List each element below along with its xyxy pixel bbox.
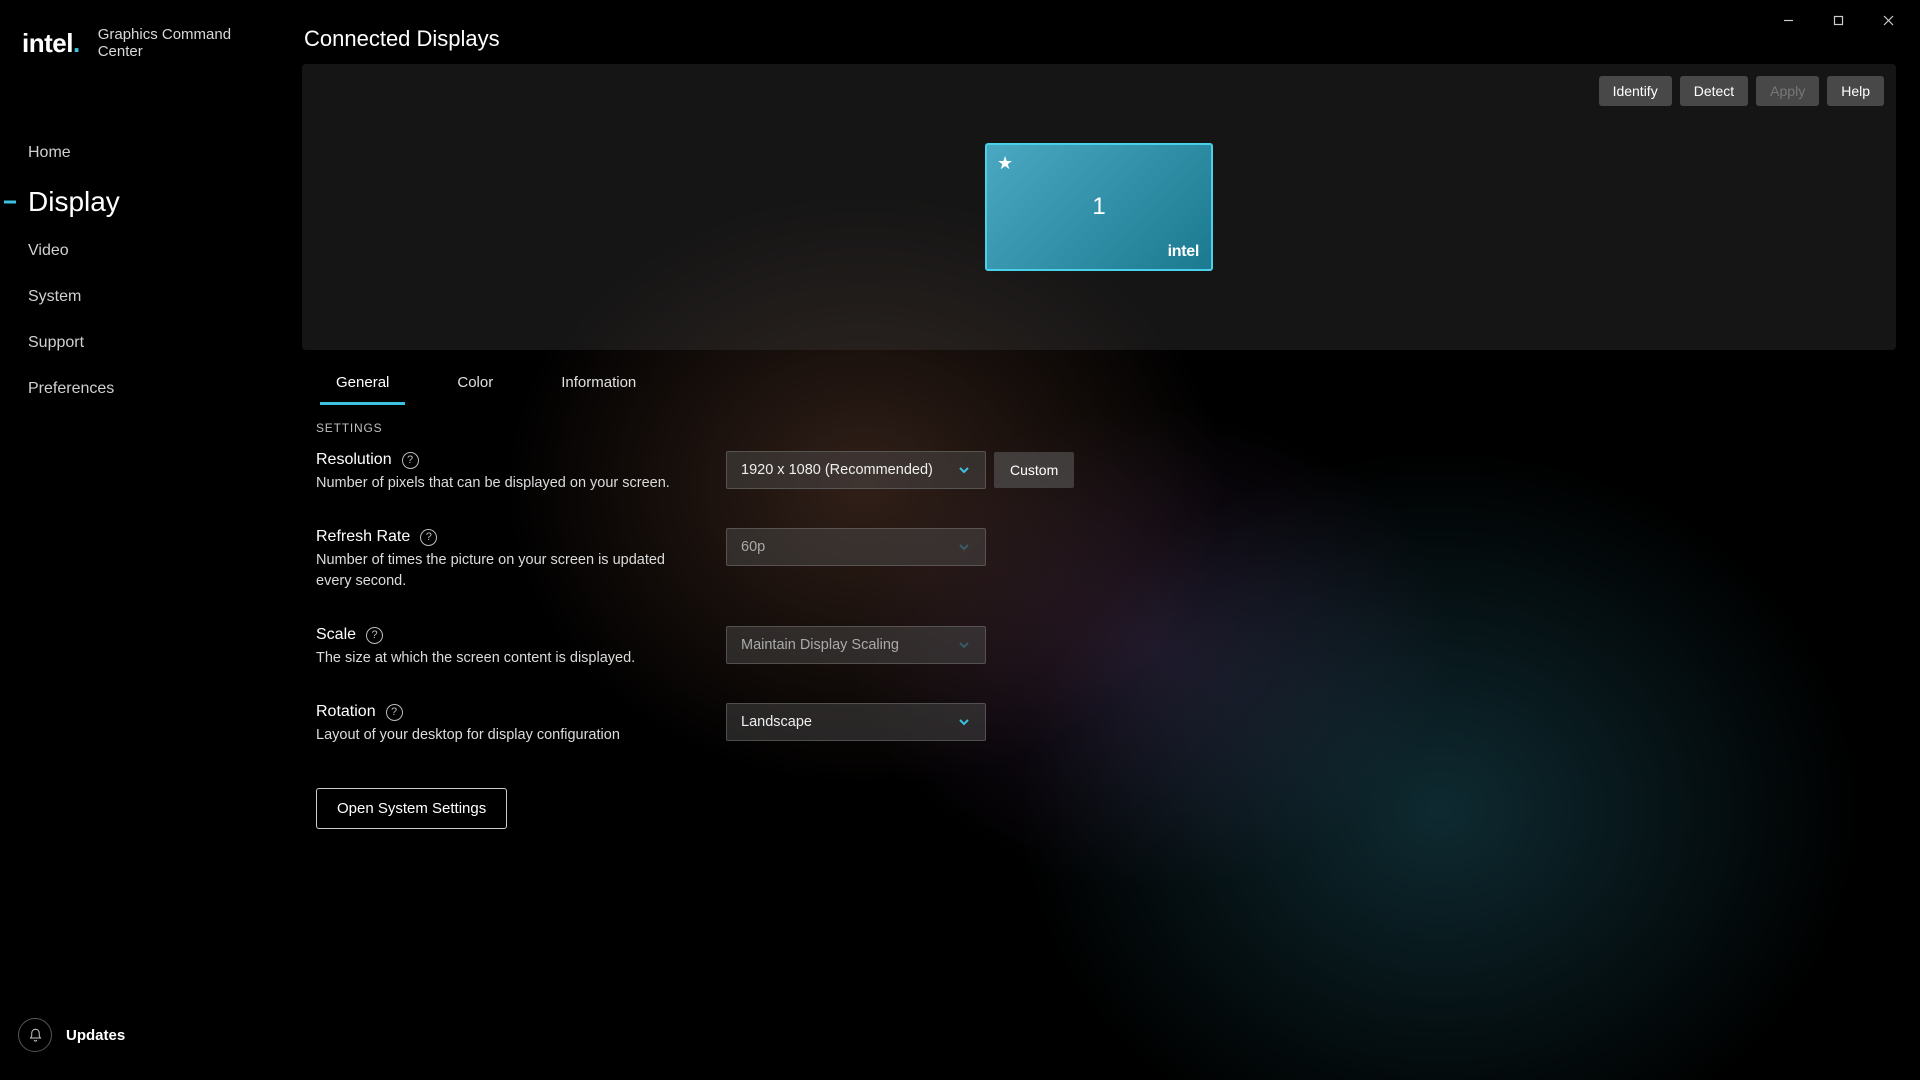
sidebar-item-display[interactable]: Display — [0, 176, 284, 228]
brand-block: intel Graphics Command Center — [0, 0, 284, 90]
minimize-button[interactable] — [1766, 6, 1810, 34]
updates-label: Updates — [66, 1027, 125, 1044]
identify-button[interactable]: Identify — [1599, 76, 1672, 106]
display-number: 1 — [1092, 193, 1105, 221]
rotation-desc: Layout of your desktop for display confi… — [316, 725, 676, 746]
updates-button[interactable]: Updates — [18, 1018, 125, 1052]
chevron-down-icon — [957, 715, 971, 729]
rotation-value: Landscape — [741, 714, 812, 730]
chevron-down-icon — [957, 540, 971, 554]
sidebar-item-preferences[interactable]: Preferences — [0, 366, 284, 412]
resolution-value: 1920 x 1080 (Recommended) — [741, 462, 933, 478]
panel-actions: Identify Detect Apply Help — [1599, 76, 1884, 106]
tab-color[interactable]: Color — [423, 360, 527, 405]
maximize-button[interactable] — [1816, 6, 1860, 34]
resolution-dropdown[interactable]: 1920 x 1080 (Recommended) — [726, 451, 986, 489]
intel-logo: intel — [22, 28, 80, 59]
setting-refresh-rate: Refresh Rate ? Number of times the pictu… — [316, 528, 1896, 592]
resolution-desc: Number of pixels that can be displayed o… — [316, 473, 676, 494]
setting-scale: Scale ? The size at which the screen con… — [316, 626, 1896, 669]
rotation-dropdown[interactable]: Landscape — [726, 703, 986, 741]
connected-displays-panel: Identify Detect Apply Help ★ 1 intel — [302, 64, 1896, 350]
rotation-label: Rotation — [316, 703, 376, 721]
scale-desc: The size at which the screen content is … — [316, 648, 676, 669]
sidebar-item-system[interactable]: System — [0, 274, 284, 320]
app-title: Graphics Command Center — [98, 26, 264, 60]
apply-button: Apply — [1756, 76, 1819, 106]
scale-label: Scale — [316, 626, 356, 644]
help-button[interactable]: Help — [1827, 76, 1884, 106]
window-controls — [1766, 6, 1910, 34]
custom-resolution-button[interactable]: Custom — [994, 452, 1074, 488]
sidebar: intel Graphics Command Center Home Displ… — [0, 0, 284, 1080]
setting-resolution: Resolution ? Number of pixels that can b… — [316, 451, 1896, 494]
detect-button[interactable]: Detect — [1680, 76, 1748, 106]
main-content: Connected Displays Identify Detect Apply… — [284, 0, 1920, 1080]
scale-dropdown[interactable]: Maintain Display Scaling — [726, 626, 986, 664]
display-brand: intel — [1168, 243, 1199, 261]
help-icon[interactable]: ? — [386, 704, 403, 721]
chevron-down-icon — [957, 463, 971, 477]
scale-value: Maintain Display Scaling — [741, 637, 899, 653]
sidebar-item-video[interactable]: Video — [0, 228, 284, 274]
primary-star-icon: ★ — [997, 153, 1013, 174]
settings-list: Resolution ? Number of pixels that can b… — [302, 443, 1896, 746]
sidebar-nav: Home Display Video System Support Prefer… — [0, 130, 284, 412]
page-title: Connected Displays — [302, 0, 1896, 64]
refresh-value: 60p — [741, 539, 765, 555]
help-icon[interactable]: ? — [402, 452, 419, 469]
refresh-desc: Number of times the picture on your scre… — [316, 550, 676, 592]
tab-information[interactable]: Information — [527, 360, 670, 405]
resolution-label: Resolution — [316, 451, 392, 469]
chevron-down-icon — [957, 638, 971, 652]
display-1-card[interactable]: ★ 1 intel — [985, 143, 1213, 271]
setting-rotation: Rotation ? Layout of your desktop for di… — [316, 703, 1896, 746]
tab-general[interactable]: General — [302, 360, 423, 405]
settings-heading: SETTINGS — [316, 421, 1896, 435]
help-icon[interactable]: ? — [420, 529, 437, 546]
sidebar-item-support[interactable]: Support — [0, 320, 284, 366]
settings-tabs: General Color Information — [302, 360, 1896, 405]
refresh-dropdown[interactable]: 60p — [726, 528, 986, 566]
sidebar-item-home[interactable]: Home — [0, 130, 284, 176]
help-icon[interactable]: ? — [366, 627, 383, 644]
open-system-settings-button[interactable]: Open System Settings — [316, 788, 507, 829]
bell-icon — [18, 1018, 52, 1052]
close-button[interactable] — [1866, 6, 1910, 34]
refresh-label: Refresh Rate — [316, 528, 410, 546]
